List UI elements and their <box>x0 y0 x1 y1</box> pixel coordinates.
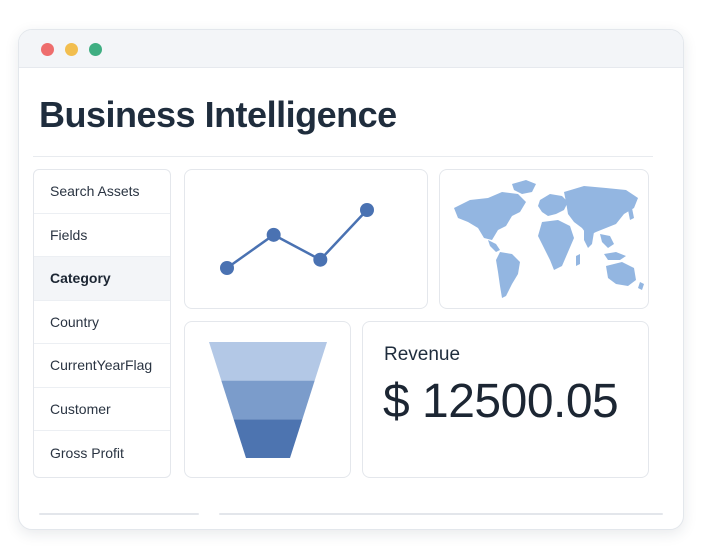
revenue-label: Revenue <box>384 344 461 365</box>
sidebar-item-category[interactable]: Category <box>34 257 170 301</box>
maximize-window-button[interactable] <box>89 43 102 56</box>
footer-divider-right <box>219 513 663 515</box>
line-point-1 <box>266 227 281 242</box>
sidebar: Search Assets Fields Category Country Cu… <box>33 169 171 478</box>
map-north-america <box>454 192 526 240</box>
map-europe <box>538 194 568 216</box>
map-southeast-asia <box>600 234 614 248</box>
line-point-2 <box>313 252 328 267</box>
funnel-chart <box>209 342 327 458</box>
line-series <box>226 209 368 270</box>
sidebar-item-current-year-flag[interactable]: CurrentYearFlag <box>34 344 170 388</box>
close-window-button[interactable] <box>41 43 54 56</box>
funnel-stage-1 <box>221 380 315 420</box>
line-chart <box>220 203 374 275</box>
map-india <box>584 230 594 248</box>
sidebar-item-fields[interactable]: Fields <box>34 214 170 257</box>
page-title: Business Intelligence <box>39 94 397 135</box>
world-map-icon <box>454 180 644 298</box>
world-map-card[interactable] <box>439 169 649 309</box>
sidebar-item-customer[interactable]: Customer <box>34 388 170 431</box>
line-chart-card[interactable] <box>184 169 428 309</box>
map-madagascar <box>576 254 580 266</box>
map-new-zealand <box>638 282 644 290</box>
line-point-0 <box>220 261 234 275</box>
minimize-window-button[interactable] <box>65 43 78 56</box>
line-point-3 <box>360 203 374 217</box>
map-central-america <box>488 240 500 252</box>
funnel-stage-0 <box>209 342 327 381</box>
map-australia <box>606 262 636 286</box>
window-titlebar <box>19 30 683 68</box>
map-greenland <box>512 180 536 194</box>
map-indonesia <box>604 252 626 260</box>
footer-divider-left <box>39 513 199 515</box>
map-africa <box>538 220 574 270</box>
revenue-card[interactable]: Revenue $ 12500.05 <box>362 321 649 478</box>
map-asia <box>564 186 638 236</box>
sidebar-item-search-assets[interactable]: Search Assets <box>34 170 170 214</box>
sidebar-item-country[interactable]: Country <box>34 301 170 344</box>
app-window: Business Intelligence Search Assets Fiel… <box>18 29 684 530</box>
map-japan <box>628 208 634 220</box>
map-south-america <box>496 252 520 298</box>
revenue-value: $ 12500.05 <box>383 375 619 428</box>
sidebar-item-gross-profit[interactable]: Gross Profit <box>34 431 170 475</box>
funnel-stage-2 <box>233 419 303 458</box>
title-divider <box>33 156 653 157</box>
funnel-chart-card[interactable] <box>184 321 351 478</box>
